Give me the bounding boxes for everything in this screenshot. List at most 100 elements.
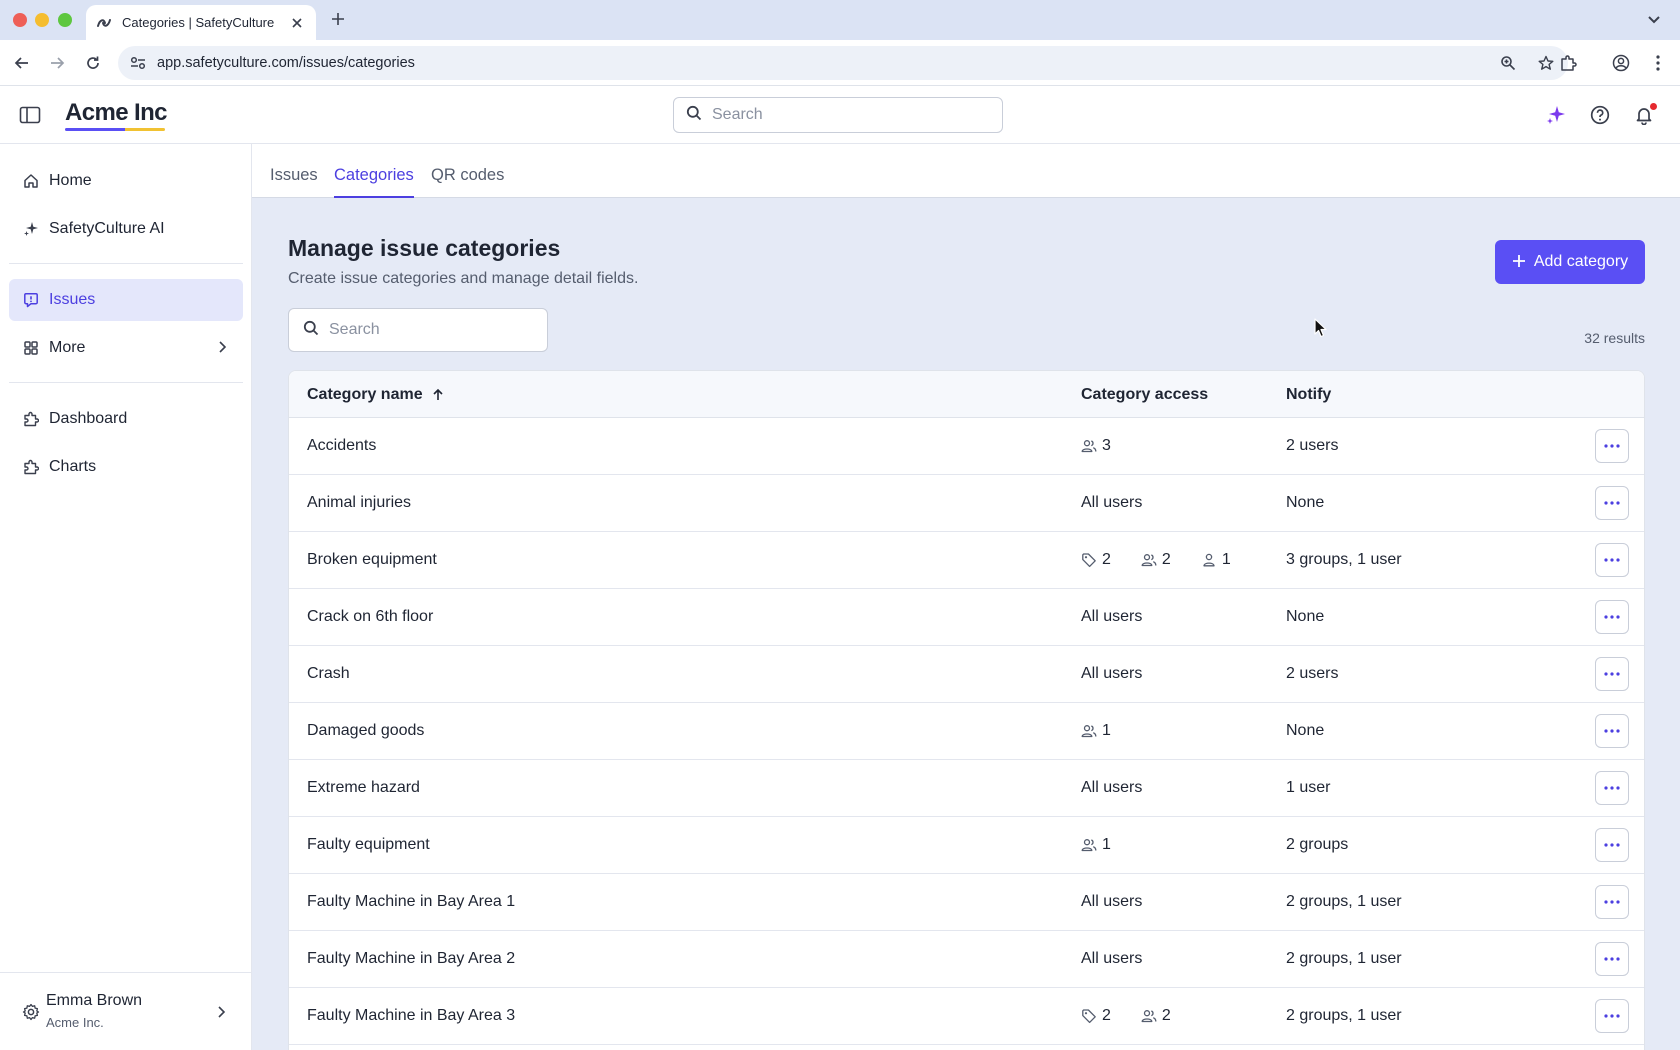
more-options-button[interactable] bbox=[1595, 942, 1629, 976]
mouse-cursor-icon bbox=[1314, 318, 1327, 338]
more-options-button[interactable] bbox=[1595, 828, 1629, 862]
notification-badge bbox=[1649, 102, 1658, 111]
table-row[interactable]: Extreme hazard All users 1 user bbox=[289, 760, 1644, 817]
category-search-input[interactable] bbox=[329, 321, 529, 339]
sidebar-item-charts[interactable]: Charts bbox=[9, 446, 243, 488]
more-options-button[interactable] bbox=[1595, 429, 1629, 463]
window-minimize-button[interactable] bbox=[35, 13, 49, 27]
more-options-button[interactable] bbox=[1595, 771, 1629, 805]
forward-arrow-icon[interactable] bbox=[45, 51, 69, 75]
category-name[interactable]: Broken equipment bbox=[307, 551, 437, 569]
group-icon bbox=[1141, 1008, 1157, 1024]
url-text: app.safetyculture.com/issues/categories bbox=[157, 55, 415, 71]
category-name[interactable]: Damaged goods bbox=[307, 722, 424, 740]
add-category-button[interactable]: Add category bbox=[1495, 240, 1645, 284]
category-notify: 2 groups bbox=[1286, 836, 1349, 853]
address-bar[interactable]: app.safetyculture.com/issues/categories bbox=[118, 46, 1568, 80]
category-name[interactable]: Accidents bbox=[307, 437, 376, 455]
access-chip: 2 bbox=[1141, 551, 1171, 569]
new-tab-icon[interactable] bbox=[327, 8, 349, 30]
access-chip: 3 bbox=[1081, 437, 1111, 455]
category-access: 1 bbox=[1081, 836, 1111, 854]
column-header-category-access[interactable]: Category access bbox=[1081, 386, 1208, 404]
more-options-button[interactable] bbox=[1595, 999, 1629, 1033]
table-row[interactable]: Animal injuries All users None bbox=[289, 475, 1644, 532]
result-count: 32 results bbox=[1584, 330, 1645, 346]
column-header-category-name[interactable]: Category name bbox=[307, 386, 445, 404]
category-name[interactable]: Faulty Machine in Bay Area 3 bbox=[307, 1007, 515, 1025]
tab-issues[interactable]: Issues bbox=[270, 166, 318, 198]
bookmark-star-icon[interactable] bbox=[1536, 53, 1556, 73]
sidebar-divider bbox=[9, 263, 243, 264]
category-access: 22 bbox=[1081, 1007, 1171, 1025]
ai-sparkle-icon[interactable] bbox=[1544, 103, 1568, 127]
sidebar-item-label: Home bbox=[49, 172, 92, 189]
site-settings-icon[interactable] bbox=[128, 53, 148, 73]
table-row[interactable]: Damaged goods 1 None bbox=[289, 703, 1644, 760]
global-search-input[interactable] bbox=[712, 106, 972, 124]
table-row[interactable]: Crash All users 2 users bbox=[289, 646, 1644, 703]
zoom-icon[interactable] bbox=[1498, 53, 1518, 73]
more-options-button[interactable] bbox=[1595, 543, 1629, 577]
more-options-button[interactable] bbox=[1595, 600, 1629, 634]
category-notify: 1 user bbox=[1286, 779, 1331, 796]
table-row[interactable]: Faulty equipment 1 2 groups bbox=[289, 817, 1644, 874]
category-name[interactable]: Extreme hazard bbox=[307, 779, 420, 797]
category-search[interactable] bbox=[288, 308, 548, 352]
browser-tab[interactable]: Categories | SafetyCulture bbox=[86, 5, 316, 40]
tab-categories[interactable]: Categories bbox=[334, 166, 414, 198]
chevron-right-icon bbox=[214, 1005, 228, 1019]
page-tabs: Issues Categories QR codes bbox=[252, 144, 1680, 198]
more-options-button[interactable] bbox=[1595, 714, 1629, 748]
category-name[interactable]: Crack on 6th floor bbox=[307, 608, 433, 626]
app-header: Acme Inc bbox=[0, 86, 1680, 144]
back-arrow-icon[interactable] bbox=[10, 51, 34, 75]
category-access: 2 2 1 bbox=[1081, 551, 1231, 569]
category-name[interactable]: Faulty Machine in Bay Area 1 bbox=[307, 893, 515, 911]
sidebar-item-label: Dashboard bbox=[49, 410, 128, 427]
ellipsis-icon bbox=[1604, 558, 1620, 562]
sidebar-divider bbox=[9, 382, 243, 383]
more-options-button[interactable] bbox=[1595, 657, 1629, 691]
tab-search-chevron-icon[interactable] bbox=[1642, 9, 1666, 31]
sidebar-item-dashboard[interactable]: Dashboard bbox=[9, 398, 243, 440]
access-chip: 1 bbox=[1081, 836, 1111, 854]
sidebar-item-issues[interactable]: Issues bbox=[9, 279, 243, 321]
browser-tab-title: Categories | SafetyCulture bbox=[122, 15, 275, 30]
reload-icon[interactable] bbox=[81, 51, 105, 75]
profile-icon[interactable] bbox=[1609, 51, 1633, 75]
tag-icon bbox=[1081, 1008, 1097, 1024]
more-options-button[interactable] bbox=[1595, 486, 1629, 520]
table-row[interactable]: Crack on 6th floor All users None bbox=[289, 589, 1644, 646]
sidebar-item-home[interactable]: Home bbox=[9, 160, 243, 202]
category-name[interactable]: Faulty equipment bbox=[307, 836, 430, 854]
chevron-right-icon bbox=[215, 340, 229, 354]
window-close-button[interactable] bbox=[13, 13, 27, 27]
sidebar-item-safetyculture-ai[interactable]: SafetyCulture AI bbox=[9, 208, 243, 250]
category-name[interactable]: Animal injuries bbox=[307, 494, 411, 512]
brand-name: Acme Inc bbox=[65, 99, 168, 126]
table-row[interactable]: Broken equipment 2 2 1 3 groups, 1 user bbox=[289, 532, 1644, 589]
column-header-notify[interactable]: Notify bbox=[1286, 386, 1331, 404]
sidebar-item-more[interactable]: More bbox=[9, 327, 243, 369]
sidebar-toggle-icon[interactable] bbox=[19, 105, 41, 125]
table-row[interactable]: Faulty Machine in Bay Area 2 All users 2 g… bbox=[289, 931, 1644, 988]
puzzle-icon bbox=[22, 458, 40, 476]
category-name[interactable]: Faulty Machine in Bay Area 2 bbox=[307, 950, 515, 968]
extensions-puzzle-icon[interactable] bbox=[1556, 51, 1580, 75]
more-options-button[interactable] bbox=[1595, 885, 1629, 919]
window-maximize-button[interactable] bbox=[58, 13, 72, 27]
category-access-text: All users bbox=[1081, 950, 1143, 967]
browser-menu-icon[interactable] bbox=[1646, 51, 1670, 75]
tab-qr-codes[interactable]: QR codes bbox=[431, 166, 504, 198]
user-menu[interactable]: Emma Brown Acme Inc. bbox=[0, 972, 252, 1050]
table-row[interactable]: Accidents 3 2 users bbox=[289, 418, 1644, 475]
close-tab-icon[interactable] bbox=[288, 14, 306, 32]
help-icon[interactable] bbox=[1588, 103, 1612, 127]
brand-logo[interactable]: Acme Inc bbox=[65, 99, 168, 131]
column-header-label: Category name bbox=[307, 386, 423, 403]
category-name[interactable]: Crash bbox=[307, 665, 350, 683]
table-row[interactable]: Faulty Machine in Bay Area 1 All users 2 g… bbox=[289, 874, 1644, 931]
table-row[interactable]: Faulty Machine in Bay Area 3222 groups, … bbox=[289, 988, 1644, 1045]
global-search[interactable] bbox=[673, 97, 1003, 133]
